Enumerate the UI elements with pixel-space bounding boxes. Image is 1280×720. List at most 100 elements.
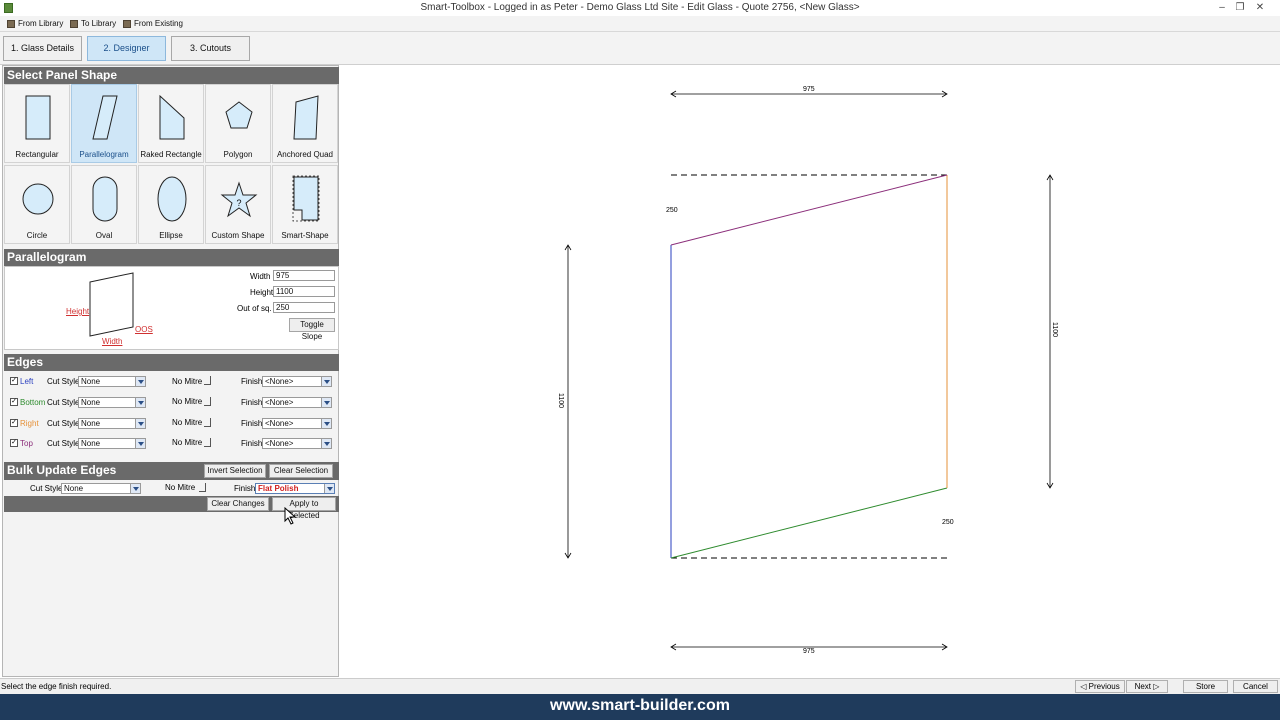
shape-smart-shape[interactable]: Smart-Shape: [272, 165, 338, 244]
window-titlebar: Smart-Toolbox - Logged in as Peter - Dem…: [0, 0, 1280, 16]
invert-selection-button[interactable]: Invert Selection: [204, 464, 266, 478]
edge-bottom-finish-select[interactable]: <None>: [262, 397, 332, 408]
edge-left-label: Left: [20, 377, 34, 386]
svg-text:?: ?: [236, 198, 241, 208]
bulk-cut-style-select[interactable]: None: [61, 483, 141, 494]
edge-top-no-mitre-checkbox[interactable]: [204, 438, 211, 447]
clear-changes-button[interactable]: Clear Changes: [207, 497, 269, 511]
shape-label: Smart-Shape: [281, 231, 329, 240]
library-icon: [70, 20, 78, 28]
select-value: None: [81, 398, 101, 407]
tabs-bar: 1. Glass Details 2. Designer 3. Cutouts: [0, 32, 1280, 65]
finish-label: Finish: [241, 439, 263, 448]
edge-top-cut-style-select[interactable]: None: [78, 438, 146, 449]
shape-rectangular[interactable]: Rectangular: [4, 84, 70, 163]
shape-label: Custom Shape: [211, 231, 265, 240]
shape-custom[interactable]: ? Custom Shape: [205, 165, 271, 244]
design-canvas[interactable]: 975 975 1100 1100 250 250: [340, 65, 1280, 677]
select-value: <None>: [265, 398, 294, 407]
edge-top-finish-select[interactable]: <None>: [262, 438, 332, 449]
select-value: None: [81, 419, 101, 428]
shape-parallelogram[interactable]: Parallelogram: [71, 84, 137, 163]
shape-label: Raked Rectangle: [140, 150, 202, 159]
apply-to-selected-button[interactable]: Apply to Selected: [272, 497, 336, 520]
edge-bottom-cut-style-select[interactable]: None: [78, 397, 146, 408]
cancel-button[interactable]: Cancel: [1233, 680, 1278, 693]
bulk-finish-label: Finish: [234, 484, 256, 493]
shape-label: Polygon: [223, 150, 253, 159]
select-value: None: [81, 439, 101, 448]
status-message: Select the edge finish required.: [1, 682, 112, 691]
tab-designer[interactable]: 2. Designer: [87, 36, 166, 61]
to-library-button[interactable]: To Library: [70, 18, 116, 30]
shape-oval[interactable]: Oval: [71, 165, 137, 244]
select-value: <None>: [265, 419, 294, 428]
store-button[interactable]: Store: [1183, 680, 1228, 693]
select-panel-shape-header: Select Panel Shape: [4, 67, 339, 84]
dropdown-arrow-icon: [130, 484, 140, 493]
finish-label: Finish: [241, 419, 263, 428]
diagram-oos-label: OOS: [135, 325, 153, 334]
clear-selection-button[interactable]: Clear Selection: [269, 464, 333, 478]
next-button[interactable]: Next ▷: [1126, 680, 1168, 693]
previous-label: Previous: [1088, 682, 1120, 691]
edge-bottom-no-mitre-checkbox[interactable]: [204, 397, 211, 406]
from-existing-button[interactable]: From Existing: [123, 18, 183, 30]
from-existing-label: From Existing: [134, 19, 183, 28]
toggle-slope-button[interactable]: Toggle Slope: [289, 318, 335, 341]
next-label: Next: [1134, 682, 1152, 691]
cut-style-label: Cut Style: [47, 439, 80, 448]
minimize-icon[interactable]: –: [1214, 1, 1230, 14]
select-value: None: [64, 484, 84, 493]
dropdown-arrow-icon: [321, 377, 331, 386]
out-of-square-input[interactable]: 250: [273, 302, 335, 313]
edge-right-checkbox[interactable]: ✓: [10, 419, 18, 427]
edge-bottom-checkbox[interactable]: ✓: [10, 398, 18, 406]
shape-polygon[interactable]: Polygon: [205, 84, 271, 163]
shape-raked-rectangle[interactable]: Raked Rectangle: [138, 84, 204, 163]
shape-anchored-quad[interactable]: Anchored Quad: [272, 84, 338, 163]
bulk-no-mitre-checkbox[interactable]: [199, 483, 206, 492]
edge-left-no-mitre-checkbox[interactable]: [204, 376, 211, 385]
edge-right-cut-style-select[interactable]: None: [78, 418, 146, 429]
select-value: <None>: [265, 377, 294, 386]
edge-right-no-mitre-checkbox[interactable]: [204, 418, 211, 427]
edge-right-finish-select[interactable]: <None>: [262, 418, 332, 429]
edge-left-cut-style-select[interactable]: None: [78, 376, 146, 387]
width-label: Width: [250, 272, 271, 281]
edge-bottom-line: [670, 487, 948, 559]
edge-top-checkbox[interactable]: ✓: [10, 439, 18, 447]
mouse-cursor-icon: [284, 507, 297, 525]
library-icon: [7, 20, 15, 28]
tab-glass-details[interactable]: 1. Glass Details: [3, 36, 82, 61]
no-mitre-label: No Mitre: [172, 397, 203, 406]
select-value: None: [81, 377, 101, 386]
shape-circle[interactable]: Circle: [4, 165, 70, 244]
dropdown-arrow-icon: [135, 439, 145, 448]
shape-ellipse[interactable]: Ellipse: [138, 165, 204, 244]
diagram-width-label: Width: [102, 337, 123, 346]
finish-label: Finish: [241, 398, 263, 407]
parallelogram-header: Parallelogram: [4, 249, 339, 266]
height-input[interactable]: 1100: [273, 286, 335, 297]
dropdown-arrow-icon: [135, 419, 145, 428]
from-library-button[interactable]: From Library: [7, 18, 63, 30]
window-title: Smart-Toolbox - Logged in as Peter - Dem…: [420, 2, 860, 13]
bulk-finish-select[interactable]: Flat Polish: [255, 483, 335, 494]
shape-label: Rectangular: [15, 150, 59, 159]
width-input[interactable]: 975: [273, 270, 335, 281]
edge-left-finish-select[interactable]: <None>: [262, 376, 332, 387]
to-library-label: To Library: [81, 19, 117, 28]
tab-cutouts[interactable]: 3. Cutouts: [171, 36, 250, 61]
diagram-height-label: Height: [66, 307, 90, 316]
status-bar: Select the edge finish required. ◁ Previ…: [0, 678, 1280, 694]
close-icon[interactable]: ✕: [1252, 1, 1268, 14]
bottom-width-label: 975: [803, 648, 815, 655]
right-height-label: 1100: [1051, 321, 1059, 338]
restore-icon[interactable]: ❐: [1232, 1, 1248, 14]
shape-label: Anchored Quad: [276, 150, 334, 159]
glass-drawing: [564, 90, 1054, 651]
edge-left-checkbox[interactable]: ✓: [10, 377, 18, 385]
previous-button[interactable]: ◁ Previous: [1075, 680, 1125, 693]
bulk-cut-style-label: Cut Style: [30, 484, 63, 493]
